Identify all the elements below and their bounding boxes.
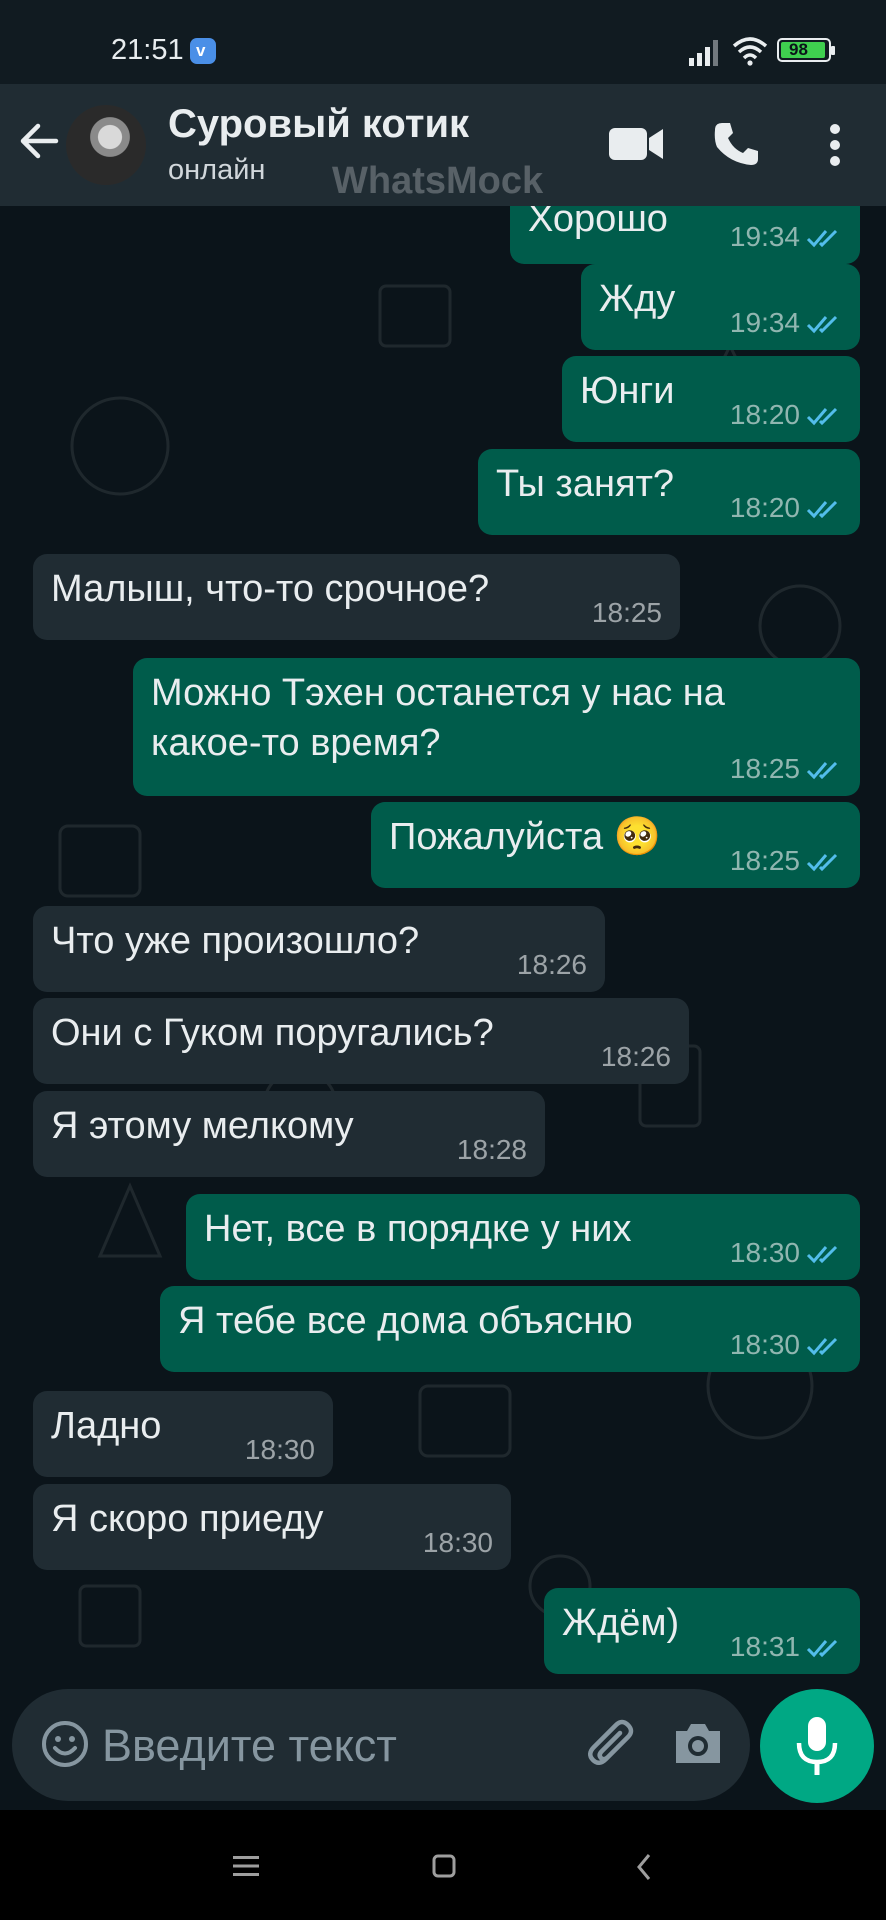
read-ticks-icon [806,500,838,519]
message-text: Ты занят? [496,463,675,505]
message-time: 18:30 [729,1329,800,1360]
read-ticks-icon [806,229,838,248]
message-text: Что уже произошло? [51,920,420,962]
wifi-icon [732,37,768,66]
message-incoming[interactable]: Они с Гуком поругались? 18:26 [33,998,689,1084]
message-outgoing[interactable]: Нет, все в порядке у них 18:30 [186,1194,860,1280]
message-incoming[interactable]: Я этому мелкому 18:28 [33,1091,545,1177]
signal-icon [689,40,718,66]
video-call-icon[interactable] [608,124,664,164]
message-time: 18:26 [600,1041,671,1072]
battery-icon: 98 [777,38,835,62]
message-time: 18:30 [729,1237,800,1268]
message-time: 18:31 [729,1631,800,1662]
message-time: 18:25 [591,597,662,628]
message-outgoing[interactable]: Я тебе все дома объясню 18:30 [160,1286,860,1372]
read-ticks-icon [806,1639,838,1658]
emoji-icon[interactable] [40,1719,90,1769]
message-outgoing[interactable]: Жду 19:34 [581,264,860,350]
message-outgoing[interactable]: Ты занят? 18:20 [478,449,860,535]
message-meta: 19:34 [730,308,842,338]
system-back-icon[interactable] [636,1853,652,1881]
camera-icon[interactable] [672,1719,724,1767]
message-time: 19:34 [729,221,800,252]
voice-message-button[interactable] [760,1689,874,1803]
chat-area[interactable]: Хорошо 19:34 Жду 19:34 Юнги 18:20 Ты зан… [0,206,886,1690]
read-ticks-icon [806,853,838,872]
message-text: Юнги [580,370,675,412]
microphone-icon [796,1717,838,1775]
status-bar: 21:51 v 98 [0,0,886,84]
attach-icon[interactable] [586,1717,640,1773]
message-outgoing[interactable]: Пожалуйста 🥺 18:25 [371,802,860,888]
message-meta: 18:20 [730,400,842,430]
contact-avatar[interactable] [66,105,146,185]
message-incoming[interactable]: Ладно 18:30 [33,1391,333,1477]
message-text: Малыш, что-то срочное? [51,568,490,610]
contact-status: онлайн [168,154,266,186]
message-text: Ждём) [562,1602,680,1644]
chat-header: Суровый котик онлайн WhatsMock [0,84,886,206]
message-text: Нет, все в порядке у них [204,1208,632,1250]
read-ticks-icon [806,1245,838,1264]
message-outgoing[interactable]: Ждём) 18:31 [544,1588,860,1674]
message-time: 18:30 [422,1527,493,1558]
message-incoming[interactable]: Я скоро приеду 18:30 [33,1484,511,1570]
more-options-icon[interactable] [826,122,844,168]
message-incoming[interactable]: Что уже произошло? 18:26 [33,906,605,992]
message-meta: 18:20 [730,493,842,523]
home-icon[interactable] [432,1854,456,1878]
message-text: Можно Тэхен останется у нас на [151,672,725,714]
message-time: 18:20 [729,492,800,523]
app-notification-icon: v [190,38,216,64]
read-ticks-icon [806,315,838,334]
message-time: 19:34 [729,307,800,338]
message-time: 18:25 [729,845,800,876]
app-notification-letter: v [196,41,206,60]
message-meta: 18:25 [730,846,842,876]
message-outgoing[interactable]: Хорошо 19:34 [510,206,860,264]
message-text: Я скоро приеду [51,1498,324,1540]
message-input[interactable] [100,1715,524,1777]
message-text: Я этому мелкому [51,1105,354,1147]
recent-apps-icon[interactable] [233,1855,259,1877]
read-ticks-icon [806,407,838,426]
message-time: 18:20 [729,399,800,430]
message-outgoing[interactable]: Можно Тэхен останется у нас на какое-то … [133,658,860,796]
message-composer [12,1689,750,1801]
message-text: Я тебе все дома объясню [178,1300,633,1342]
message-incoming[interactable]: Малыш, что-то срочное? 18:25 [33,554,680,640]
status-time: 21:51 [111,34,184,66]
message-meta: 18:31 [730,1632,842,1662]
message-outgoing[interactable]: Юнги 18:20 [562,356,860,442]
back-arrow-icon[interactable] [18,120,60,162]
message-time: 18:30 [244,1434,315,1465]
message-meta: 18:25 [730,754,842,784]
message-meta: 18:30 [730,1238,842,1268]
read-ticks-icon [806,761,838,780]
voice-call-icon[interactable] [712,120,760,168]
message-time: 18:25 [729,753,800,784]
message-meta: 19:34 [730,222,842,252]
watermark: WhatsMock [332,160,544,202]
message-time: 18:26 [516,949,587,980]
message-text: Они с Гуком поругались? [51,1012,494,1054]
message-time: 18:28 [456,1134,527,1165]
message-text: Ладно [51,1405,162,1447]
message-text: Хорошо [528,206,668,240]
contact-name[interactable]: Суровый котик [168,102,469,147]
read-ticks-icon [806,1337,838,1356]
message-text: Жду [599,278,676,320]
battery-level: 98 [789,40,808,59]
message-meta: 18:30 [730,1330,842,1360]
message-text: Пожалуйста 🥺 [389,816,661,858]
